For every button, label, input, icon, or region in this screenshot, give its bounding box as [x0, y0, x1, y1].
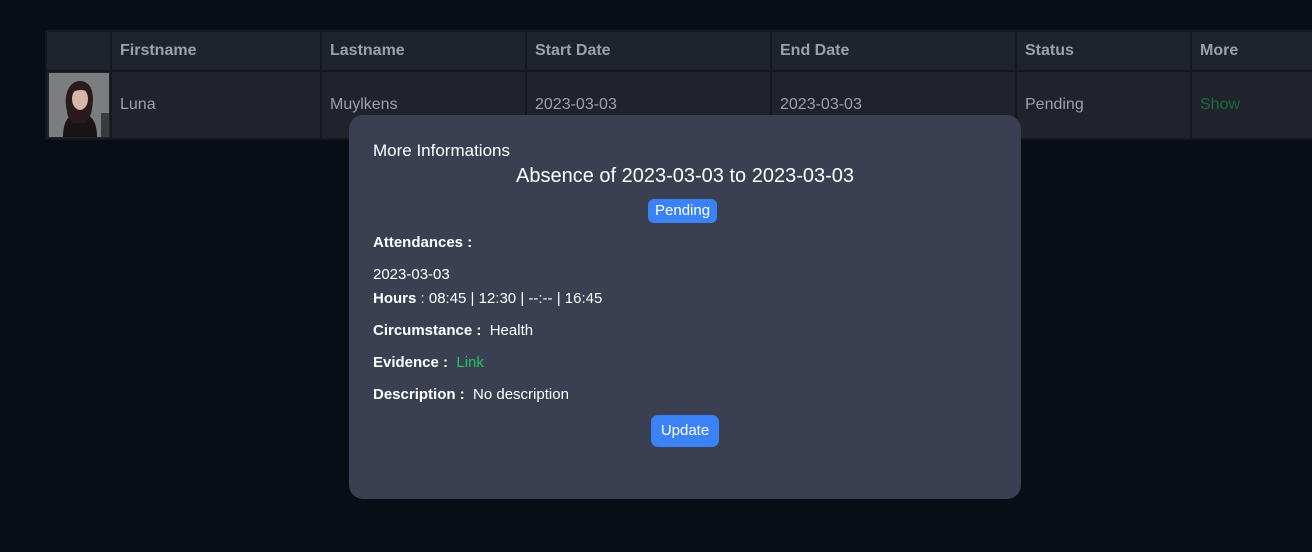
more-info-modal: More Informations Absence of 2023-03-03 … [349, 115, 1021, 499]
header-end-date: End Date [770, 30, 1017, 72]
evidence-link[interactable]: Link [456, 354, 484, 371]
evidence-label: Evidence : [373, 354, 449, 371]
circumstance-value: Health [489, 322, 534, 339]
header-lastname: Lastname [320, 30, 527, 72]
header-status: Status [1015, 30, 1192, 72]
hours-label: Hours [373, 290, 417, 307]
evidence-row: Evidence : Link [373, 354, 484, 371]
hours-row: Hours : 08:45 | 12:30 | --:-- | 16:45 [373, 290, 602, 307]
description-value: No description [473, 386, 569, 403]
cell-status: Pending [1015, 70, 1192, 140]
table-header-row: Firstname Lastname Start Date End Date S… [45, 30, 1312, 72]
attendance-date: 2023-03-03 [373, 266, 450, 283]
description-row: Description : No description [373, 386, 569, 403]
circumstance-label: Circumstance : [373, 322, 482, 339]
avatar-cell [45, 70, 112, 140]
screen: Firstname Lastname Start Date End Date S… [0, 0, 1312, 552]
header-firstname: Firstname [110, 30, 322, 72]
status-badge: Pending [648, 199, 718, 223]
show-link[interactable]: Show [1190, 70, 1312, 140]
attendances-row: Attendances : [373, 234, 472, 251]
header-start-date: Start Date [525, 30, 772, 72]
modal-heading: More Informations [373, 141, 510, 160]
header-more: More [1190, 30, 1312, 72]
hours-value: : 08:45 | 12:30 | --:-- | 16:45 [416, 290, 603, 307]
header-photo [45, 30, 112, 72]
avatar [48, 73, 109, 137]
attendances-label: Attendances : [373, 234, 473, 251]
update-button[interactable]: Update [651, 415, 719, 447]
cell-firstname: Luna [110, 70, 322, 140]
description-label: Description : [373, 386, 465, 403]
circumstance-row: Circumstance : Health [373, 322, 533, 339]
modal-title: Absence of 2023-03-03 to 2023-03-03 [515, 165, 855, 187]
